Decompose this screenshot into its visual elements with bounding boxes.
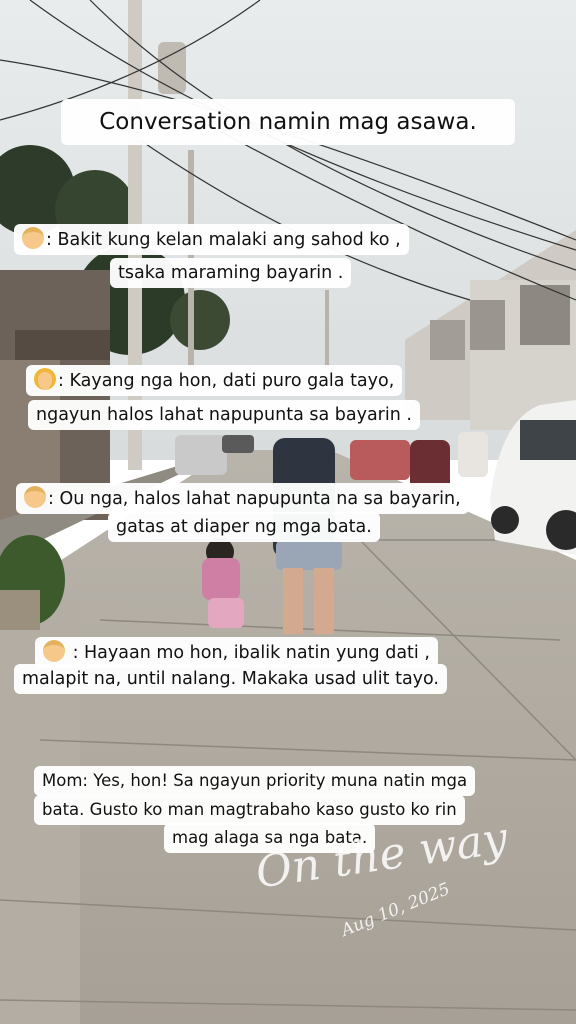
story-title-caption: Conversation namin mag asawa. [61, 99, 515, 145]
message-5-line-1: Mom: Yes, hon! Sa ngayun priority muna n… [34, 766, 476, 796]
man-emoji-icon [24, 486, 46, 508]
message-3-line-2: gatas at diaper ng mga bata. [108, 512, 380, 542]
man-emoji-icon [43, 640, 65, 662]
message-2-line-1: : Kayang nga hon, dati puro gala tayo, [26, 365, 403, 396]
message-3-line-1: : Ou nga, halos lahat napupunta na sa ba… [16, 483, 469, 514]
message-5-line-2: bata. Gusto ko man magtrabaho kaso gusto… [34, 795, 465, 825]
message-1-line-1: : Bakit kung kelan malaki ang sahod ko , [14, 224, 409, 255]
woman-emoji-icon [34, 368, 56, 390]
message-1-line-2: tsaka maraming bayarin . [110, 258, 352, 288]
message-4-line-2: malapit na, until nalang. Makaka usad ul… [14, 664, 447, 694]
man-emoji-icon [22, 227, 44, 249]
message-2-line-2: ngayun halos lahat napupunta sa bayarin … [28, 400, 420, 430]
